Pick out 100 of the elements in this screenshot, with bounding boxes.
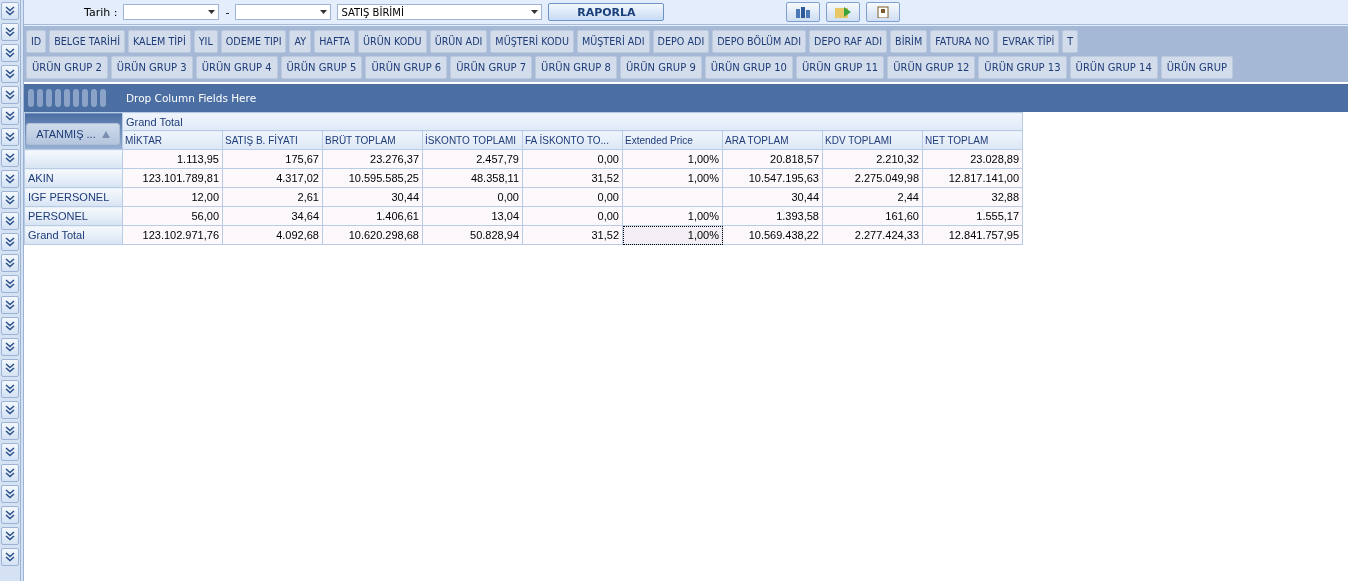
double-chevron-icon	[5, 216, 15, 226]
double-chevron-icon	[5, 153, 15, 163]
grip-icon	[28, 89, 106, 107]
field-chip[interactable]: ÜRÜN GRUP 10	[704, 56, 793, 79]
field-chip[interactable]: YIL	[193, 30, 218, 53]
field-chip[interactable]: ODEME TIPI	[220, 30, 287, 53]
field-chip[interactable]: ID	[26, 30, 47, 53]
field-chip[interactable]: MÜŞTERİ KODU	[490, 30, 574, 53]
date-label: Tarih :	[84, 5, 118, 19]
expand-button[interactable]	[1, 107, 19, 125]
field-chip[interactable]: DEPO BÖLÜM ADI	[712, 30, 806, 53]
double-chevron-icon	[5, 363, 15, 373]
double-chevron-icon	[5, 468, 15, 478]
field-chip[interactable]: DEPO ADI	[652, 30, 710, 53]
expand-button[interactable]	[1, 275, 19, 293]
expand-button[interactable]	[1, 254, 19, 272]
expand-button[interactable]	[1, 296, 19, 314]
print-toolbar-button[interactable]	[866, 2, 901, 22]
report-button[interactable]: RAPORLA	[548, 3, 665, 21]
double-chevron-icon	[5, 69, 15, 79]
expand-button[interactable]	[1, 380, 19, 398]
expand-button[interactable]	[1, 23, 19, 41]
expand-button[interactable]	[1, 65, 19, 83]
expand-button[interactable]	[1, 359, 19, 377]
double-chevron-icon	[5, 300, 15, 310]
start-date-combo[interactable]	[123, 4, 220, 20]
field-chip[interactable]: ÜRÜN ADI	[429, 30, 488, 53]
field-chip[interactable]: ÜRÜN GRUP 13	[978, 56, 1067, 79]
bar-chart-icon	[794, 6, 813, 18]
field-chip[interactable]: BİRİM	[890, 30, 928, 53]
field-chip[interactable]: ÜRÜN GRUP 4	[195, 56, 278, 79]
double-chevron-icon	[5, 510, 15, 520]
dropdown-caret-icon	[208, 10, 216, 14]
expand-button[interactable]	[1, 86, 19, 104]
expand-button[interactable]	[1, 128, 19, 146]
double-chevron-icon	[5, 48, 15, 58]
field-chip[interactable]: ÜRÜN GRUP 5	[280, 56, 363, 79]
expand-button[interactable]	[1, 485, 19, 503]
field-chip[interactable]: ÜRÜN KODU	[357, 30, 427, 53]
expand-button[interactable]	[1, 338, 19, 356]
field-chip[interactable]: ÜRÜN GRUP 6	[365, 56, 448, 79]
double-chevron-icon	[5, 174, 15, 184]
expand-button[interactable]	[1, 149, 19, 167]
expand-button[interactable]	[1, 191, 19, 209]
field-chip[interactable]: ÜRÜN GRUP 9	[619, 56, 702, 79]
field-chip[interactable]: EVRAK TİPİ	[997, 30, 1060, 53]
expand-button[interactable]	[1, 2, 19, 20]
expand-button[interactable]	[1, 317, 19, 335]
expand-button[interactable]	[1, 44, 19, 62]
double-chevron-icon	[5, 321, 15, 331]
field-chip[interactable]: ÜRÜN GRUP 11	[795, 56, 885, 79]
double-chevron-icon	[5, 342, 15, 352]
expand-button[interactable]	[1, 527, 19, 545]
date-separator: -	[225, 5, 230, 19]
field-chip[interactable]: DEPO RAF ADI	[809, 30, 888, 53]
field-chip[interactable]: ÜRÜN GRUP 7	[450, 56, 533, 79]
field-chip[interactable]: ÜRÜN GRUP 3	[110, 56, 193, 79]
field-chip[interactable]: HAFTA	[314, 30, 355, 53]
row-field-button[interactable]: ATANMIŞ ...	[26, 123, 120, 145]
field-chip[interactable]: FATURA NO	[930, 30, 995, 53]
double-chevron-icon	[5, 111, 15, 121]
expand-button[interactable]	[1, 233, 19, 251]
expand-button[interactable]	[1, 401, 19, 419]
double-chevron-icon	[5, 6, 15, 16]
expand-button[interactable]	[1, 170, 19, 188]
double-chevron-icon	[5, 531, 15, 541]
expand-button[interactable]	[1, 548, 19, 566]
folder-arrow-icon	[834, 6, 853, 18]
field-chip[interactable]: MÜŞTERİ ADI	[576, 30, 650, 53]
column-header: Grand Total	[122, 112, 1023, 131]
double-chevron-icon	[5, 489, 15, 499]
expand-button[interactable]	[1, 212, 19, 230]
double-chevron-icon	[5, 90, 15, 100]
sort-ascending-icon	[101, 130, 110, 138]
expand-button[interactable]	[1, 464, 19, 482]
field-chip[interactable]: T	[1062, 30, 1079, 53]
field-chip[interactable]: ÜRÜN GRUP 12	[887, 56, 976, 79]
double-chevron-icon	[5, 384, 15, 394]
export-toolbar-button[interactable]	[826, 2, 861, 22]
double-chevron-icon	[5, 132, 15, 142]
field-chip[interactable]: BELGE TARİHİ	[49, 30, 125, 53]
double-chevron-icon	[5, 27, 15, 37]
double-chevron-icon	[5, 279, 15, 289]
field-chip[interactable]: ÜRÜN GRUP 8	[535, 56, 617, 79]
field-chip[interactable]: AY	[289, 30, 312, 53]
double-chevron-icon	[5, 405, 15, 415]
field-chip[interactable]: ÜRÜN GRUP 2	[26, 56, 108, 79]
drop-area-hint: Drop Column Fields Here	[126, 92, 257, 104]
unit-combo[interactable]: SATIŞ BİRİMİ	[337, 4, 543, 20]
double-chevron-icon	[5, 237, 15, 247]
field-chip[interactable]: ÜRÜN GRUP 14	[1069, 56, 1158, 79]
field-chip[interactable]: KALEM TİPİ	[128, 30, 191, 53]
double-chevron-icon	[5, 258, 15, 268]
expand-button[interactable]	[1, 443, 19, 461]
field-chip[interactable]: ÜRÜN GRUP	[1160, 56, 1234, 79]
dropdown-caret-icon	[320, 10, 328, 14]
expand-button[interactable]	[1, 422, 19, 440]
expand-button[interactable]	[1, 506, 19, 524]
chart-toolbar-button[interactable]	[786, 2, 821, 22]
double-chevron-icon	[5, 552, 15, 562]
